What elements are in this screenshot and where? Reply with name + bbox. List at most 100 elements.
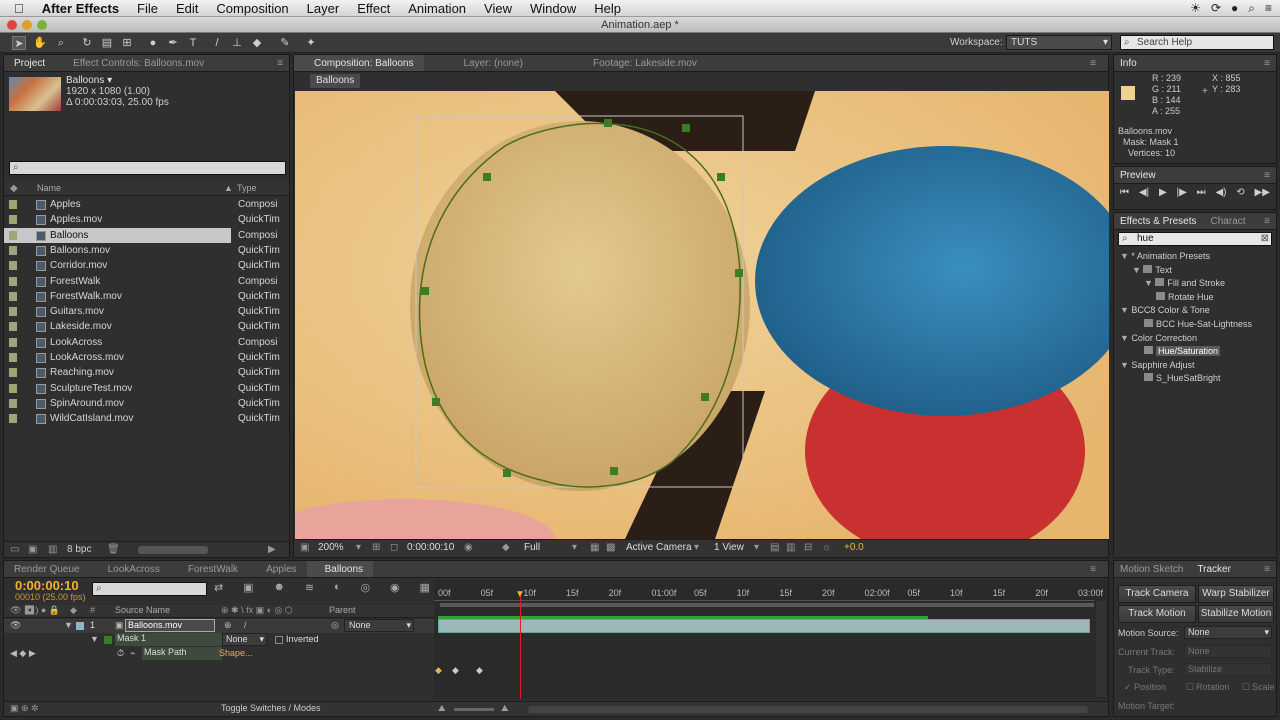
minimize-window-icon[interactable] (22, 20, 32, 30)
resolution-select[interactable]: Full (524, 542, 540, 553)
time-ruler[interactable]: 00f 05f 10f 15f 20f 01:00f 05f 10f 15f 20f 02:00f 0… (434, 579, 1103, 601)
label-color[interactable] (9, 322, 17, 332)
scroll-right-icon[interactable]: ▶ (268, 544, 276, 555)
motion-blur-icon[interactable]: ◐ (334, 581, 341, 597)
track-motion-button[interactable]: Track Motion (1118, 605, 1196, 623)
expand-arrow-icon[interactable]: ▼ (1120, 251, 1131, 261)
tab-apples[interactable]: Apples (248, 564, 307, 575)
mask-path-row[interactable]: ◀ ◆ ▶ ⏱ ⌁ Mask Path Shape... (4, 647, 434, 661)
mask-vertex[interactable] (604, 119, 612, 127)
pick-whip-icon[interactable]: ◎ (331, 620, 339, 631)
motion-source-select[interactable]: None ▾ (1184, 626, 1272, 639)
visibility-icon[interactable]: 👁 (10, 620, 21, 631)
project-item[interactable]: Apples Composi (4, 197, 289, 212)
parent-select[interactable]: None ▾ (344, 619, 414, 632)
clone-stamp-tool-icon[interactable]: ⊥ (230, 36, 244, 50)
project-item[interactable]: Lakeside.mov QuickTim (4, 319, 289, 334)
expand-mask-icon[interactable]: ▼ (90, 634, 99, 644)
ram-preview-icon[interactable]: ▶▶ (1255, 187, 1270, 203)
label-column-icon[interactable]: ◆ (10, 183, 18, 194)
project-item[interactable]: SculptureTest.mov QuickTim (4, 381, 289, 396)
draft-3d-icon[interactable]: ▣ (243, 581, 253, 597)
new-composition-icon[interactable]: ▥ (48, 544, 57, 555)
project-item[interactable]: ForestWalk.mov QuickTim (4, 289, 289, 304)
keyframe-navigator-icon[interactable]: ◀ ◆ ▶ (10, 648, 36, 659)
apple-icon[interactable]:  (0, 1, 33, 16)
delete-icon[interactable]: 🗑 (107, 544, 120, 555)
keyframe-icon[interactable]: ◆ (435, 665, 442, 676)
project-item[interactable]: Corridor.mov QuickTim (4, 258, 289, 273)
zoom-out-icon[interactable]: ⛰ (438, 703, 446, 714)
keyframe-icon[interactable]: ◆ (476, 665, 483, 676)
mask-vertex[interactable] (682, 124, 690, 132)
zoom-select[interactable]: 200% (318, 542, 344, 553)
stabilize-motion-button[interactable]: Stabilize Motion (1198, 605, 1274, 623)
mask-vertex[interactable] (421, 287, 429, 295)
mask-vertex[interactable] (735, 269, 743, 277)
menu-help[interactable]: Help (585, 1, 630, 16)
playhead-handle-icon[interactable]: ▼ (515, 589, 525, 600)
user-icon[interactable]: ● (1231, 1, 1238, 16)
expand-arrow-icon[interactable]: ▼ (1144, 278, 1155, 288)
hand-tool-icon[interactable]: ✋ (33, 36, 47, 50)
tab-composition[interactable]: Composition: Balloons (294, 55, 424, 71)
selected-item-name[interactable]: Balloons ▾ (66, 75, 112, 86)
panel-menu-icon[interactable]: ≡ (1264, 58, 1270, 69)
type-tool-icon[interactable]: T (186, 36, 200, 50)
toggle-switches-modes-button[interactable]: Toggle Switches / Modes (221, 703, 321, 713)
menu-layer[interactable]: Layer (298, 1, 349, 16)
current-time-indicator[interactable] (520, 593, 521, 699)
label-color[interactable] (9, 368, 17, 378)
eraser-tool-icon[interactable]: ◆ (250, 36, 264, 50)
collapse-switch-icon[interactable]: ⊕ (224, 620, 232, 631)
expand-arrow-icon[interactable]: ▼ (1120, 305, 1131, 315)
tab-lookacross[interactable]: LookAcross (90, 564, 170, 575)
label-color[interactable] (9, 414, 17, 424)
label-color[interactable] (9, 353, 17, 362)
menu-effect[interactable]: Effect (348, 1, 399, 16)
last-frame-icon[interactable]: ⏭ (1197, 187, 1206, 203)
label-color[interactable] (9, 337, 17, 347)
search-icon[interactable]: ⌕ (1248, 1, 1255, 16)
channel-icon[interactable]: ◆ (502, 542, 510, 553)
previous-frame-icon[interactable]: ◀| (1139, 187, 1149, 203)
panel-menu-icon[interactable]: ≡ (277, 58, 283, 69)
menu-animation[interactable]: Animation (399, 1, 475, 16)
resolution-grid-icon[interactable]: ⊞ (372, 542, 380, 553)
close-window-icon[interactable] (7, 20, 17, 30)
pen-tool-icon[interactable]: ✒ (166, 36, 180, 50)
label-color[interactable] (9, 200, 17, 209)
column-name[interactable]: Name (37, 183, 61, 193)
quality-switch-icon[interactable]: / (244, 620, 247, 630)
puppet-tool-icon[interactable]: ✦ (304, 36, 318, 50)
panel-menu-icon[interactable]: ≡ (1264, 216, 1270, 227)
work-area-bar[interactable] (440, 603, 1094, 607)
tab-footage[interactable]: Footage: Lakeside.mov (533, 58, 707, 69)
project-search-input[interactable]: ⌕ (9, 161, 286, 175)
rotate-tool-icon[interactable]: ↻ (80, 36, 94, 50)
track-camera-button[interactable]: Track Camera (1118, 585, 1196, 603)
flowchart-icon[interactable]: ⊟ (804, 542, 812, 553)
mask-vertex[interactable] (483, 173, 491, 181)
mask-vertex[interactable] (717, 173, 725, 181)
timeline-vertical-scrollbar[interactable] (1096, 601, 1106, 697)
column-type[interactable]: Type (237, 183, 257, 193)
fast-preview-icon[interactable]: ▦ (590, 542, 599, 553)
panel-menu-icon[interactable]: ≡ (1090, 58, 1096, 69)
mask-shape-value[interactable]: Shape... (219, 648, 253, 658)
audio-icon[interactable]: ◀) (1215, 187, 1226, 203)
project-item[interactable]: LookAcross.mov QuickTim (4, 350, 289, 365)
zoom-tool-icon[interactable]: ⌕ (54, 36, 68, 50)
menu-view[interactable]: View (475, 1, 521, 16)
mask-name[interactable]: Mask 1 (115, 633, 223, 646)
tab-balloons[interactable]: Balloons (306, 561, 373, 577)
layer-row[interactable]: 👁 ▼ 1 ▣ Balloons.mov ⊕ / ◎ None ▾ (4, 619, 434, 633)
selection-tool-icon[interactable]: ➤ (12, 36, 26, 50)
mask-vertex[interactable] (610, 467, 618, 475)
snapshot-icon[interactable]: ◉ (464, 542, 473, 553)
panel-menu-icon[interactable]: ≡ (1264, 564, 1270, 575)
label-color[interactable] (9, 307, 17, 317)
tab-info[interactable]: Info (1114, 58, 1147, 69)
exposure-reset-icon[interactable]: ☼ (822, 542, 831, 553)
project-item[interactable]: Reaching.mov QuickTim (4, 365, 289, 380)
